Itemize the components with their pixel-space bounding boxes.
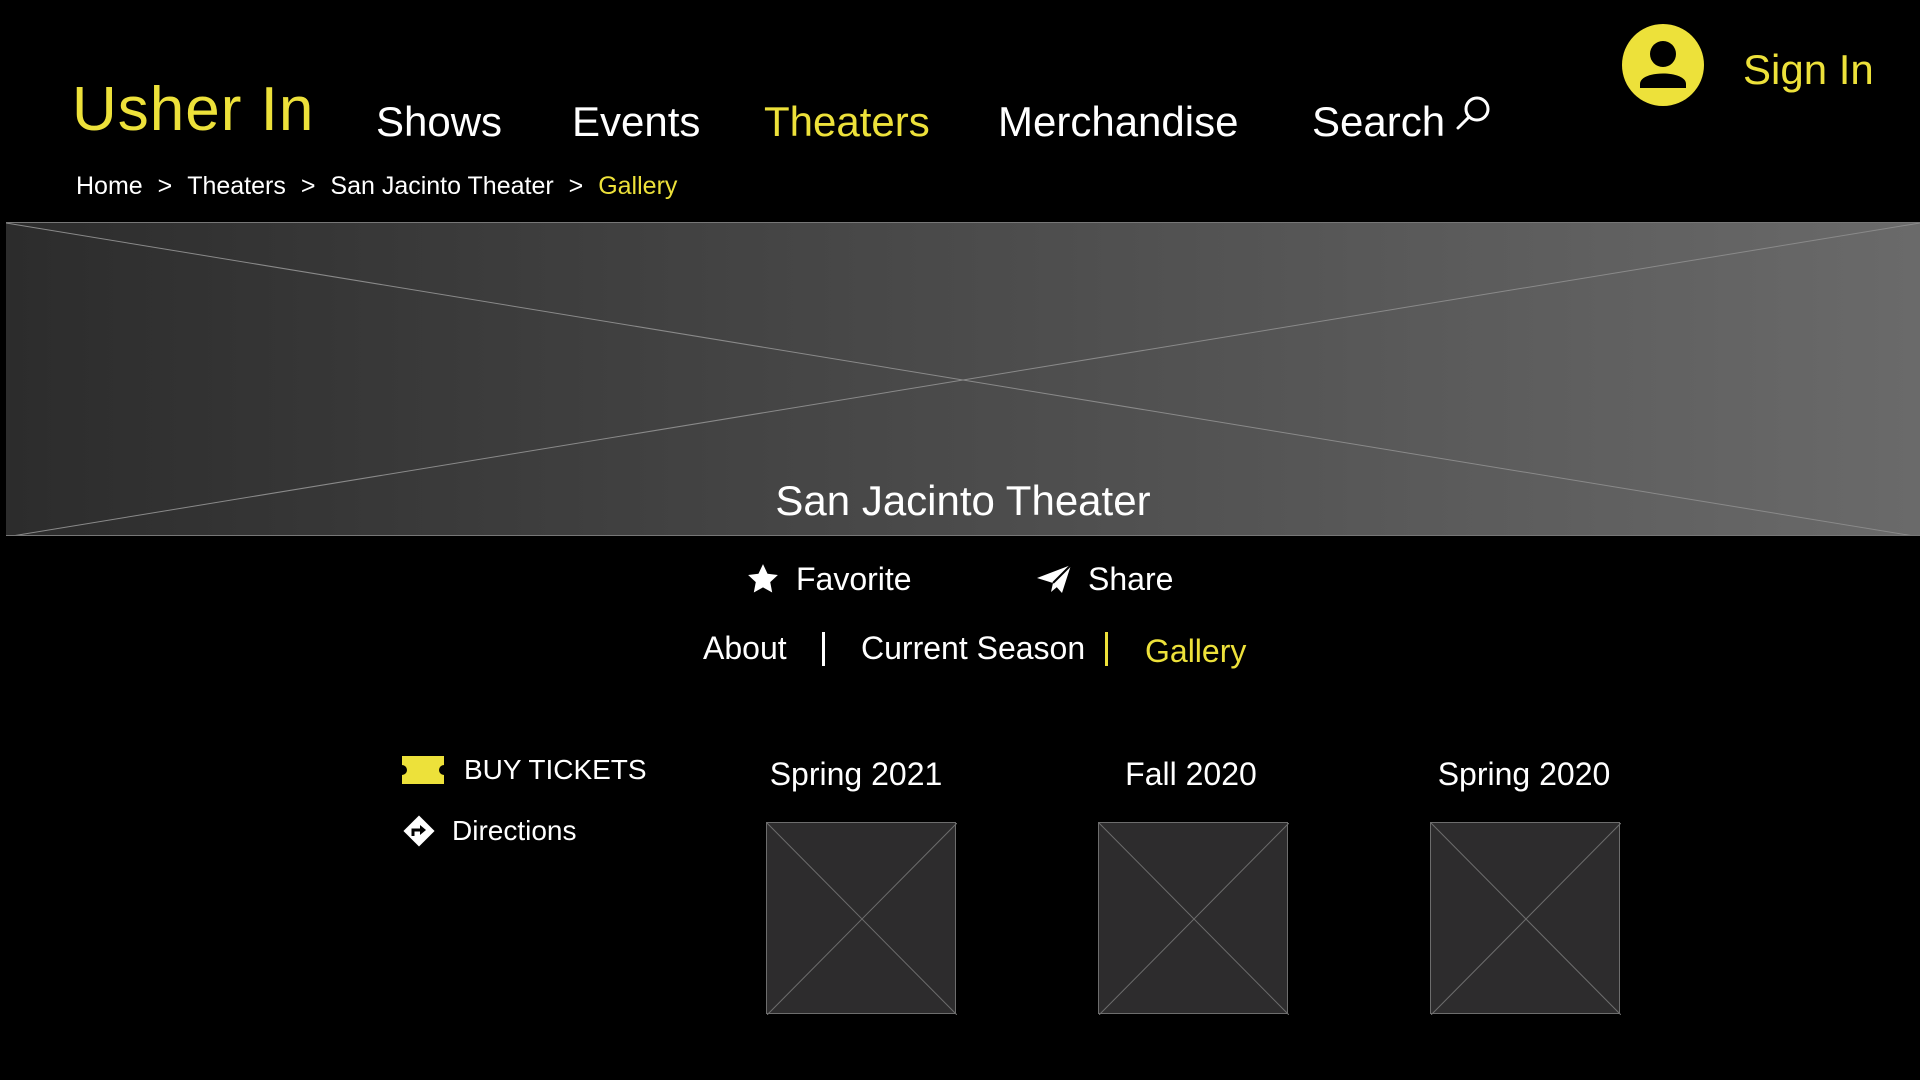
tab-about[interactable]: About <box>703 630 787 667</box>
ticket-icon <box>402 756 444 784</box>
tab-current-season[interactable]: Current Season <box>861 630 1085 667</box>
breadcrumb-theaters[interactable]: Theaters <box>187 172 286 201</box>
gallery-thumbnail[interactable] <box>1098 822 1289 1015</box>
theater-title: San Jacinto Theater <box>775 477 1151 524</box>
sign-in-link[interactable]: Sign In <box>1743 46 1874 94</box>
share-button[interactable]: Share <box>1036 558 1173 600</box>
favorite-button[interactable]: Favorite <box>746 558 912 600</box>
tab-gallery[interactable]: Gallery <box>1145 633 1246 670</box>
nav-search[interactable]: Search <box>1312 98 1445 146</box>
send-icon <box>1037 564 1072 593</box>
hero-banner: San Jacinto Theater <box>6 222 1920 536</box>
breadcrumb-home[interactable]: Home <box>76 172 143 201</box>
image-placeholder-icon <box>1099 823 1289 1015</box>
gallery-label-fall-2020: Fall 2020 <box>1125 756 1257 792</box>
nav-theaters[interactable]: Theaters <box>764 98 930 146</box>
share-label: Share <box>1088 560 1174 597</box>
breadcrumb-san-jacinto[interactable]: San Jacinto Theater <box>330 172 553 201</box>
breadcrumb: Home > Theaters > San Jacinto Theater > … <box>76 172 677 201</box>
site-logo[interactable]: Usher In <box>72 74 314 145</box>
gallery-label-spring-2021: Spring 2021 <box>769 756 943 792</box>
gallery-label-spring-2020: Spring 2020 <box>1437 756 1611 792</box>
favorite-label: Favorite <box>796 560 912 597</box>
star-icon <box>748 564 778 593</box>
nav-merchandise[interactable]: Merchandise <box>998 98 1238 146</box>
page: Usher In Shows Events Theaters Merchandi… <box>0 0 1920 1080</box>
buy-tickets-label: BUY TICKETS <box>464 754 647 785</box>
tab-divider <box>1105 632 1108 666</box>
directions-link[interactable]: Directions <box>402 814 576 848</box>
buy-tickets-link[interactable]: BUY TICKETS <box>402 754 647 786</box>
breadcrumb-separator: > <box>157 172 173 200</box>
gallery-thumbnail[interactable] <box>766 822 957 1015</box>
search-icon[interactable] <box>1455 94 1493 132</box>
directions-icon <box>403 815 435 847</box>
breadcrumb-separator: > <box>300 172 316 200</box>
image-placeholder-icon <box>1431 823 1621 1015</box>
gallery-thumbnail[interactable] <box>1430 822 1621 1015</box>
image-placeholder-icon <box>767 823 957 1015</box>
directions-label: Directions <box>452 815 577 846</box>
nav-shows[interactable]: Shows <box>376 98 502 146</box>
tab-divider <box>822 632 825 666</box>
breadcrumb-gallery: Gallery <box>598 172 678 200</box>
user-icon[interactable] <box>1622 24 1704 106</box>
breadcrumb-separator: > <box>568 172 584 200</box>
nav-events[interactable]: Events <box>572 98 700 146</box>
